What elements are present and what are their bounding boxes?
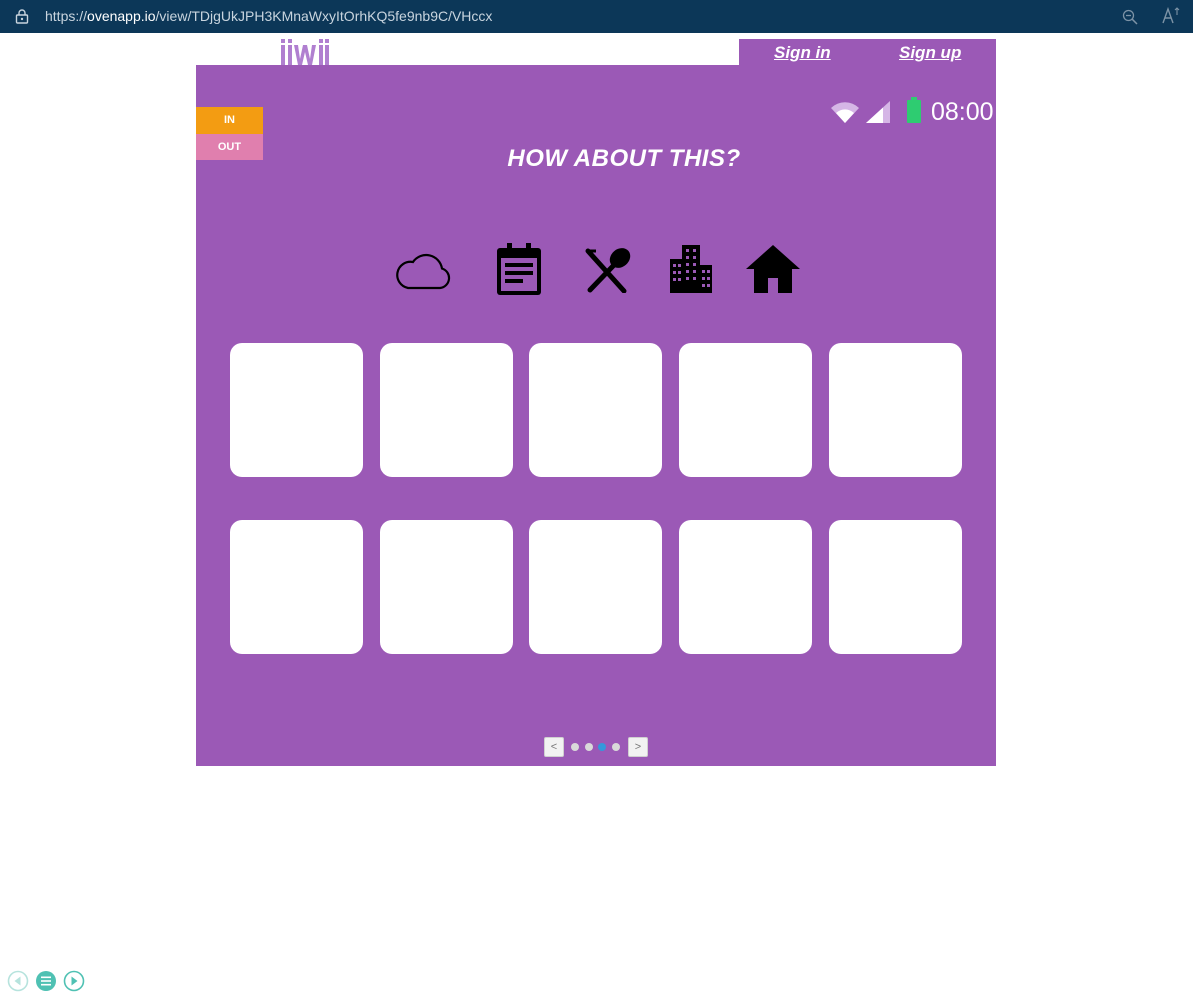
- page-dot-1[interactable]: [571, 743, 579, 751]
- page-dot-3[interactable]: [598, 743, 606, 751]
- prototype-frame: Sign in Sign up IN OUT 08:00 HOW ABOUT T…: [196, 39, 996, 766]
- logo-icon: [281, 39, 329, 65]
- calendar-icon[interactable]: [494, 243, 544, 297]
- option-tile-1[interactable]: [230, 343, 363, 477]
- option-tile-5[interactable]: [829, 343, 962, 477]
- browser-address-bar: https://ovenapp.io/view/TDjgUkJPH3KMnaWx…: [0, 0, 1193, 33]
- url-path: /view/TDjgUkJPH3KMnaWxyItOrhKQ5fe9nb9C/V…: [155, 8, 493, 24]
- url-prefix: https://: [45, 8, 88, 24]
- wifi-icon: [831, 102, 859, 123]
- page-title: HOW ABOUT THIS?: [507, 145, 741, 172]
- option-tile-9[interactable]: [679, 520, 812, 654]
- zoom-out-icon[interactable]: [1122, 9, 1138, 25]
- page-dot-2[interactable]: [585, 743, 593, 751]
- app-screen: IN OUT 08:00 HOW ABOUT THIS? < >: [196, 65, 996, 766]
- header-strip: [196, 39, 739, 65]
- sign-up-link[interactable]: Sign up: [899, 43, 961, 63]
- in-mode-button[interactable]: IN: [196, 107, 263, 134]
- option-tile-3[interactable]: [529, 343, 662, 477]
- lock-icon: [15, 9, 29, 24]
- player-prev-icon[interactable]: [7, 970, 29, 992]
- sign-in-link[interactable]: Sign in: [774, 43, 831, 63]
- prev-page-button[interactable]: <: [544, 737, 564, 757]
- status-time: 08:00: [931, 98, 994, 126]
- option-tile-8[interactable]: [529, 520, 662, 654]
- player-next-icon[interactable]: [63, 970, 85, 992]
- cloud-icon[interactable]: [396, 248, 452, 292]
- option-tile-6[interactable]: [230, 520, 363, 654]
- home-icon[interactable]: [746, 245, 800, 293]
- signal-icon: [866, 101, 890, 123]
- option-tile-10[interactable]: [829, 520, 962, 654]
- option-tile-2[interactable]: [380, 343, 513, 477]
- dining-icon[interactable]: [584, 245, 634, 293]
- option-tile-4[interactable]: [679, 343, 812, 477]
- read-aloud-icon[interactable]: [1161, 7, 1181, 25]
- battery-icon: [907, 97, 921, 123]
- url-text[interactable]: https://ovenapp.io/view/TDjgUkJPH3KMnaWx…: [45, 8, 492, 24]
- url-host: ovenapp.io: [87, 8, 156, 24]
- city-icon[interactable]: [668, 245, 714, 293]
- option-tile-7[interactable]: [380, 520, 513, 654]
- auth-bar: Sign in Sign up: [739, 39, 996, 65]
- page-dot-4[interactable]: [612, 743, 620, 751]
- player-menu-icon[interactable]: [35, 970, 57, 992]
- next-page-button[interactable]: >: [628, 737, 648, 757]
